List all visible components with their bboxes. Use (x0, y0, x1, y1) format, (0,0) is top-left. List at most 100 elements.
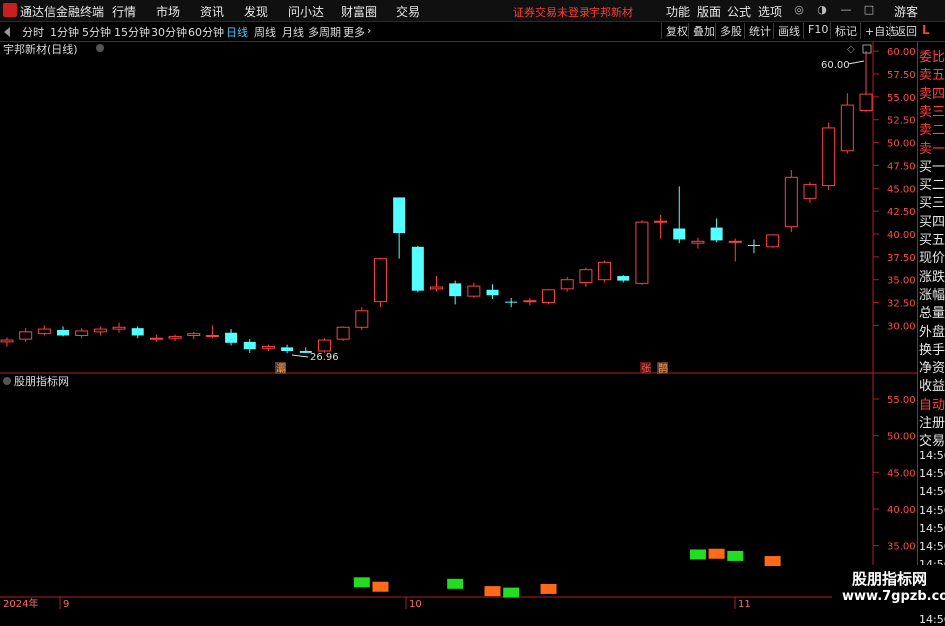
maximize-icon[interactable]: □ (861, 3, 877, 17)
period-toolbar: 分时 1分钟 5分钟 15分钟 30分钟 60分钟 日线 周线 月线 多周期 更… (0, 22, 945, 42)
adjust-button[interactable]: 复权 (661, 23, 688, 39)
user-label[interactable]: 游客 (894, 3, 918, 20)
menu-discover[interactable]: 发现 (244, 3, 268, 20)
menu-ask[interactable]: 问小达 (288, 3, 324, 20)
side-panel-item[interactable]: 现价 (919, 247, 945, 266)
trade-login-status[interactable]: 证券交易未登录 (513, 4, 590, 20)
menu-wealth[interactable]: 财富圈 (341, 3, 377, 20)
collapse-icon[interactable] (4, 27, 10, 37)
menu-trade[interactable]: 交易 (396, 3, 420, 20)
candle-body (149, 337, 163, 340)
event-tag-2[interactable]: 张 (641, 363, 651, 375)
layout-button[interactable]: 版面 (697, 3, 721, 20)
side-panel-item[interactable]: 买四 (919, 211, 945, 230)
app-title: 通达信金融终端 (20, 5, 105, 19)
side-panel-item[interactable]: 14:56 (919, 540, 945, 553)
side-panel-item[interactable]: 14:56 (919, 485, 945, 498)
period-more[interactable]: 更多 (343, 24, 365, 40)
candle-body (75, 330, 89, 336)
candle-body (261, 345, 275, 349)
period-60min[interactable]: 60分钟 (188, 24, 224, 40)
skin-icon[interactable]: ◑ (814, 3, 830, 17)
stats-button[interactable]: 统计 (744, 23, 771, 39)
side-panel-item[interactable]: 买一 (919, 156, 945, 175)
side-panel-item[interactable]: 14:56 (919, 467, 945, 480)
period-timeshare[interactable]: 分时 (22, 24, 44, 40)
diamond-icon[interactable]: ◇ (847, 44, 855, 55)
candle-body (635, 221, 649, 284)
side-panel-item[interactable]: 净资 (919, 357, 945, 376)
kline-chart[interactable]: 60.00 57.50 55.00 52.50 50.00 47.50 45.00 42.50… (0, 42, 917, 609)
candle-body (131, 328, 144, 336)
options-button[interactable]: 选项 (758, 3, 782, 20)
side-panel-item[interactable]: 卖二 (919, 119, 945, 138)
menu-market[interactable]: 市场 (156, 3, 180, 20)
menu-news[interactable]: 资讯 (200, 3, 224, 20)
candle-body (523, 300, 537, 303)
side-panel-item[interactable]: 卖五 (919, 64, 945, 83)
candle-body (542, 289, 556, 304)
period-1min[interactable]: 1分钟 (50, 24, 79, 40)
candle-body (598, 261, 612, 281)
side-panel-item[interactable]: 交易 (919, 430, 945, 449)
xaxis-year: 2024年 (3, 597, 38, 609)
side-panel-item[interactable]: 卖三 (919, 101, 945, 120)
event-tag-3[interactable]: 鹊 (658, 362, 668, 375)
side-panel-item[interactable]: 卖一 (919, 138, 945, 157)
panel-toggle[interactable]: L (922, 23, 930, 37)
function-button[interactable]: 功能 (666, 3, 690, 20)
candle-body (673, 228, 686, 240)
candle-body (803, 184, 817, 199)
candle-body (784, 176, 798, 228)
side-panel-item[interactable]: 14:56 (919, 613, 945, 626)
side-panel-item[interactable]: 总量 (919, 302, 945, 321)
sub-chart-menu-icon[interactable] (3, 377, 11, 385)
side-panel-item[interactable]: 买五 (919, 229, 945, 248)
side-panel-item[interactable]: 卖四 (919, 83, 945, 102)
period-weekly[interactable]: 周线 (254, 24, 276, 40)
more-chevron-icon[interactable]: › (367, 24, 371, 37)
side-panel-item[interactable]: 14:56 (919, 449, 945, 462)
price-tick-label: 50.00 (887, 139, 916, 150)
back-button[interactable]: 返回 (890, 23, 917, 39)
period-5min[interactable]: 5分钟 (82, 24, 111, 40)
mark-button[interactable]: 标记 (830, 23, 857, 39)
candle-body (355, 310, 369, 328)
f10-button[interactable]: F10 (803, 23, 828, 39)
price-tick-label: 37.50 (887, 253, 916, 264)
price-tick-label: 60.00 (887, 47, 916, 58)
overlay-button[interactable]: 叠加 (688, 23, 715, 39)
side-panel-item[interactable]: 14:56 (919, 522, 945, 535)
multi-stock-button[interactable]: 多股 (715, 23, 742, 39)
side-panel-item[interactable]: 涨跌 (919, 266, 945, 285)
period-15min[interactable]: 15分钟 (114, 24, 150, 40)
chart-menu-icon[interactable] (96, 44, 104, 52)
side-panel-item[interactable]: 注册 (919, 412, 945, 431)
formula-button[interactable]: 公式 (727, 3, 751, 20)
period-30min[interactable]: 30分钟 (151, 24, 187, 40)
sub-tick-label: 55.00 (887, 395, 916, 406)
candle-body (467, 285, 481, 297)
pane-expand-icon[interactable] (862, 44, 872, 54)
side-panel-item[interactable]: 买三 (919, 192, 945, 211)
side-panel-item[interactable]: 委比 (919, 46, 945, 65)
period-multi[interactable]: 多周期 (308, 24, 341, 40)
menu-quotes[interactable]: 行情 (112, 3, 136, 20)
minimize-icon[interactable]: — (838, 3, 854, 17)
side-panel-item[interactable]: 换手 (919, 339, 945, 358)
event-tag-1[interactable]: 灞 (276, 363, 286, 375)
low-marker: 26.96 (310, 352, 339, 363)
side-panel-item[interactable]: 买二 (919, 174, 945, 193)
side-panel-item[interactable]: 外盘 (919, 321, 945, 340)
side-panel-item[interactable]: 14:56 (919, 504, 945, 517)
side-panel-item[interactable]: 自动 (919, 394, 945, 413)
period-daily[interactable]: 日线 (226, 24, 248, 40)
side-panel-item[interactable]: 收益 (919, 375, 945, 394)
side-panel-item[interactable]: 涨幅 (919, 284, 945, 303)
period-monthly[interactable]: 月线 (282, 24, 304, 40)
price-axis: 60.00 57.50 55.00 52.50 50.00 47.50 45.00 42.50… (873, 47, 916, 332)
candle-body (187, 333, 201, 336)
draw-button[interactable]: 画线 (773, 23, 800, 39)
candle-body (430, 286, 443, 290)
chat-icon[interactable]: ◎ (791, 3, 807, 17)
